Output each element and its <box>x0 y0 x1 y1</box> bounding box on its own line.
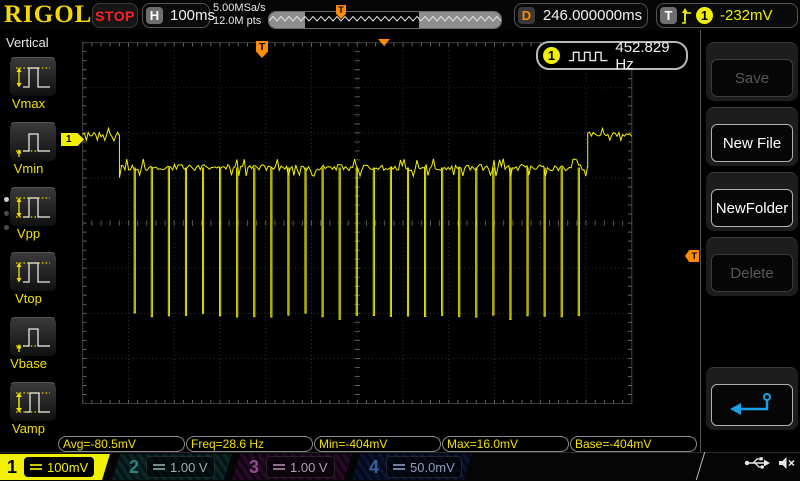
channel-2-tab[interactable]: 2 1.00 V <box>124 454 215 480</box>
freq-counter-value: 452.829 Hz <box>615 39 686 73</box>
measure-item-vpp[interactable] <box>9 187 57 227</box>
new-file-button[interactable]: New File <box>711 124 793 162</box>
square-wave-icon <box>567 48 609 64</box>
freq-counter-channel-badge: 1 <box>543 47 560 64</box>
return-arrow-icon <box>726 390 778 420</box>
timebase-badge: H <box>146 7 163 24</box>
waveform-record-preview[interactable] <box>268 11 502 29</box>
back-button[interactable] <box>711 384 793 426</box>
run-state-label: STOP <box>95 8 135 24</box>
softkey-slot <box>706 367 798 430</box>
graticule-and-trace <box>57 30 697 452</box>
run-state-indicator[interactable]: STOP <box>92 3 138 28</box>
ch4-scale-box: 50.0mV <box>386 456 462 478</box>
menu-divider <box>700 30 701 452</box>
vbase-icon <box>13 320 53 354</box>
dc-coupling-icon <box>153 464 165 470</box>
menu-page-dot <box>4 197 9 202</box>
trigger-badge: T <box>660 7 677 24</box>
delay-badge: D <box>518 7 535 24</box>
ch1-scale: 100mV <box>47 460 88 475</box>
measurement-avg[interactable]: Avg=-80.5mV <box>58 436 185 452</box>
measurement-base[interactable]: Base=-404mV <box>570 436 697 452</box>
ch3-scale: 1.00 V <box>290 460 328 475</box>
ch3-number: 3 <box>244 457 264 478</box>
ch4-scale: 50.0mV <box>410 460 455 475</box>
timebase-value: 100ms <box>170 7 215 24</box>
measure-item-vmax[interactable] <box>9 57 57 97</box>
waveform-display: 1 452.829 Hz T 1 T Avg=-80.5mV Freq=28.6… <box>57 30 697 452</box>
measurement-max[interactable]: Max=16.0mV <box>442 436 569 452</box>
ch3-scale-box: 1.00 V <box>266 456 335 478</box>
status-icons <box>744 455 796 471</box>
menu-page-dot <box>4 211 9 216</box>
measure-item-vmin[interactable] <box>9 122 57 162</box>
delay-value: 246.000000ms <box>542 7 643 24</box>
preview-waveform <box>269 12 501 28</box>
vmax-icon <box>13 60 53 94</box>
vpp-icon <box>13 190 53 224</box>
sample-rate: 5.00MSa/s <box>213 2 266 15</box>
rising-edge-trigger-icon <box>680 7 693 25</box>
delete-button[interactable]: Delete <box>711 254 793 292</box>
save-button[interactable]: Save <box>711 59 793 97</box>
window-center-marker-icon <box>378 39 390 46</box>
delay-box[interactable]: D 246.000000ms <box>514 3 648 28</box>
left-measure-menu: Vertical Vmax Vmin Vpp <box>0 30 58 452</box>
measurement-freq[interactable]: Freq=28.6 Hz <box>186 436 313 452</box>
ch2-scale: 1.00 V <box>170 460 208 475</box>
usb-icon <box>744 455 771 471</box>
ch1-number: 1 <box>2 457 22 478</box>
ch1-scale-box: 100mV <box>24 457 94 477</box>
measurement-results-bar: Avg=-80.5mV Freq=28.6 Hz Min=-404mV Max=… <box>58 436 698 453</box>
measure-label-vmin: Vmin <box>0 161 57 176</box>
measure-item-vamp[interactable] <box>9 382 57 422</box>
new-folder-button[interactable]: NewFolder <box>711 189 793 227</box>
measure-item-vbase[interactable] <box>9 317 57 357</box>
acquisition-info: 5.00MSa/s 12.0M pts <box>213 2 266 28</box>
vtop-icon <box>13 255 53 289</box>
right-softkey-menu: Save Save New File NewFolder Delete <box>697 30 800 452</box>
channel-status-bar: 1 100mV 2 1.00 V 3 1.00 V 4 50.0mV <box>0 452 800 481</box>
speaker-muted-icon <box>777 455 796 471</box>
softkey-slot: Save <box>706 42 798 101</box>
softkey-slot: New File <box>706 107 798 166</box>
ch2-scale-box: 1.00 V <box>146 456 215 478</box>
channel-4-tab[interactable]: 4 50.0mV <box>364 454 462 480</box>
frequency-counter: 1 452.829 Hz <box>536 41 688 70</box>
timebase-box[interactable]: H 100ms <box>142 3 210 28</box>
vamp-icon <box>13 385 53 419</box>
softkey-slot: Delete <box>706 237 798 296</box>
dc-coupling-icon <box>393 464 405 470</box>
channel-3-tab[interactable]: 3 1.00 V <box>244 454 335 480</box>
dc-coupling-icon <box>30 464 42 470</box>
dc-coupling-icon <box>273 464 285 470</box>
measure-label-vbase: Vbase <box>0 356 57 371</box>
trigger-level-value: -232mV <box>720 7 773 24</box>
measure-label-vamp: Vamp <box>0 421 57 436</box>
channel-1-tab[interactable]: 1 100mV <box>2 454 94 480</box>
softkey-slot: NewFolder <box>706 172 798 231</box>
trigger-source-badge: 1 <box>696 7 713 24</box>
measure-label-vtop: Vtop <box>0 291 57 306</box>
measurement-min[interactable]: Min=-404mV <box>314 436 441 452</box>
left-menu-title: Vertical <box>6 35 49 50</box>
rigol-logo: RIGOL <box>4 1 92 29</box>
ch2-number: 2 <box>124 457 144 478</box>
memory-depth: 12.0M pts <box>213 15 266 28</box>
trigger-box[interactable]: T 1 -232mV <box>656 3 798 28</box>
vmin-icon <box>13 125 53 159</box>
top-status-bar: RIGOL STOP H 100ms 5.00MSa/s 12.0M pts T… <box>0 0 800 31</box>
measure-item-vtop[interactable] <box>9 252 57 292</box>
measure-label-vmax: Vmax <box>0 96 57 111</box>
ch4-number: 4 <box>364 457 384 478</box>
menu-page-dot <box>4 225 9 230</box>
